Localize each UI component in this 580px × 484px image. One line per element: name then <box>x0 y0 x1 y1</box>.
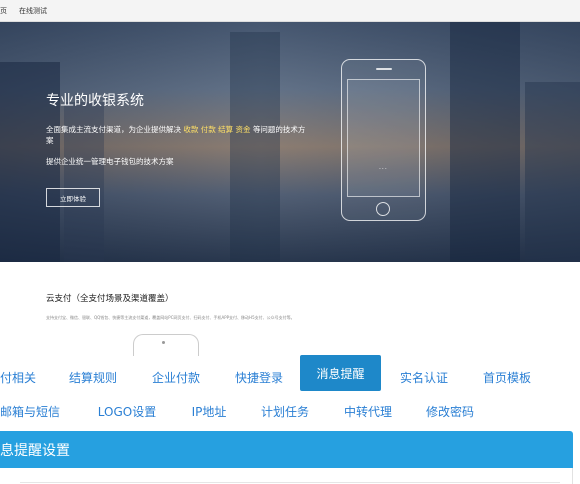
tab-payment-related[interactable]: 付相关 <box>0 364 38 390</box>
tab-enterprise-payment[interactable]: 企业付款 <box>145 364 207 390</box>
hero-title: 专业的收银系统 <box>46 93 144 109</box>
hero-description: 全面集成主流支付渠道，为企业提供解决 收款 付款 结算 资金 等问题的技术方案 <box>46 124 311 146</box>
top-nav-bar: 页 在线测试 <box>0 0 580 22</box>
carousel-dots[interactable]: ··· <box>379 166 388 173</box>
section-description: 支持支付宝、微信、银联、QQ钱包、快捷等主流支付渠道，覆盖网站PC网页支付、扫码… <box>46 315 295 320</box>
phone-home-button <box>376 202 390 216</box>
tab-message-reminder[interactable]: 消息提醒 <box>300 355 381 391</box>
tab-settlement-rules[interactable]: 结算规则 <box>62 364 124 390</box>
tab-logo-settings[interactable]: LOGO设置 <box>90 398 164 424</box>
building-silhouette <box>525 82 580 262</box>
phone-image <box>133 334 199 356</box>
panel-header: 息提醒设置 <box>0 431 573 468</box>
settings-field[interactable] <box>20 482 560 483</box>
try-now-button[interactable]: 立即体验 <box>46 188 100 207</box>
tab-homepage-template[interactable]: 首页模板 <box>476 364 538 390</box>
panel-title: 息提醒设置 <box>0 442 70 459</box>
hero-banner: 专业的收银系统 全面集成主流支付渠道，为企业提供解决 收款 付款 结算 资金 等… <box>0 22 580 262</box>
tab-quick-login[interactable]: 快捷登录 <box>228 364 290 390</box>
building-silhouette <box>450 22 520 262</box>
top-nav-item-online-test[interactable]: 在线测试 <box>19 6 47 16</box>
tab-ip-address[interactable]: IP地址 <box>185 398 233 424</box>
top-nav-item-home[interactable]: 页 <box>0 6 7 16</box>
building-silhouette <box>230 32 280 262</box>
panel-body <box>0 468 573 484</box>
tab-email-sms[interactable]: 邮箱与短信 <box>0 398 66 424</box>
tab-relay-proxy[interactable]: 中转代理 <box>337 398 399 424</box>
hero-description-highlight: 收款 付款 结算 资金 <box>183 125 251 134</box>
section-title: 云支付（全支付场景及渠道覆盖） <box>46 294 174 304</box>
hero-subdescription: 提供企业统一管理电子钱包的技术方案 <box>46 157 174 166</box>
tab-change-password[interactable]: 修改密码 <box>419 398 481 424</box>
tab-real-name-auth[interactable]: 实名认证 <box>393 364 455 390</box>
phone-screen <box>347 79 420 197</box>
phone-speaker <box>376 68 392 70</box>
phone-illustration: ··· <box>341 59 426 221</box>
tab-scheduled-tasks[interactable]: 计划任务 <box>254 398 316 424</box>
hero-description-prefix: 全面集成主流支付渠道，为企业提供解决 <box>46 125 181 134</box>
